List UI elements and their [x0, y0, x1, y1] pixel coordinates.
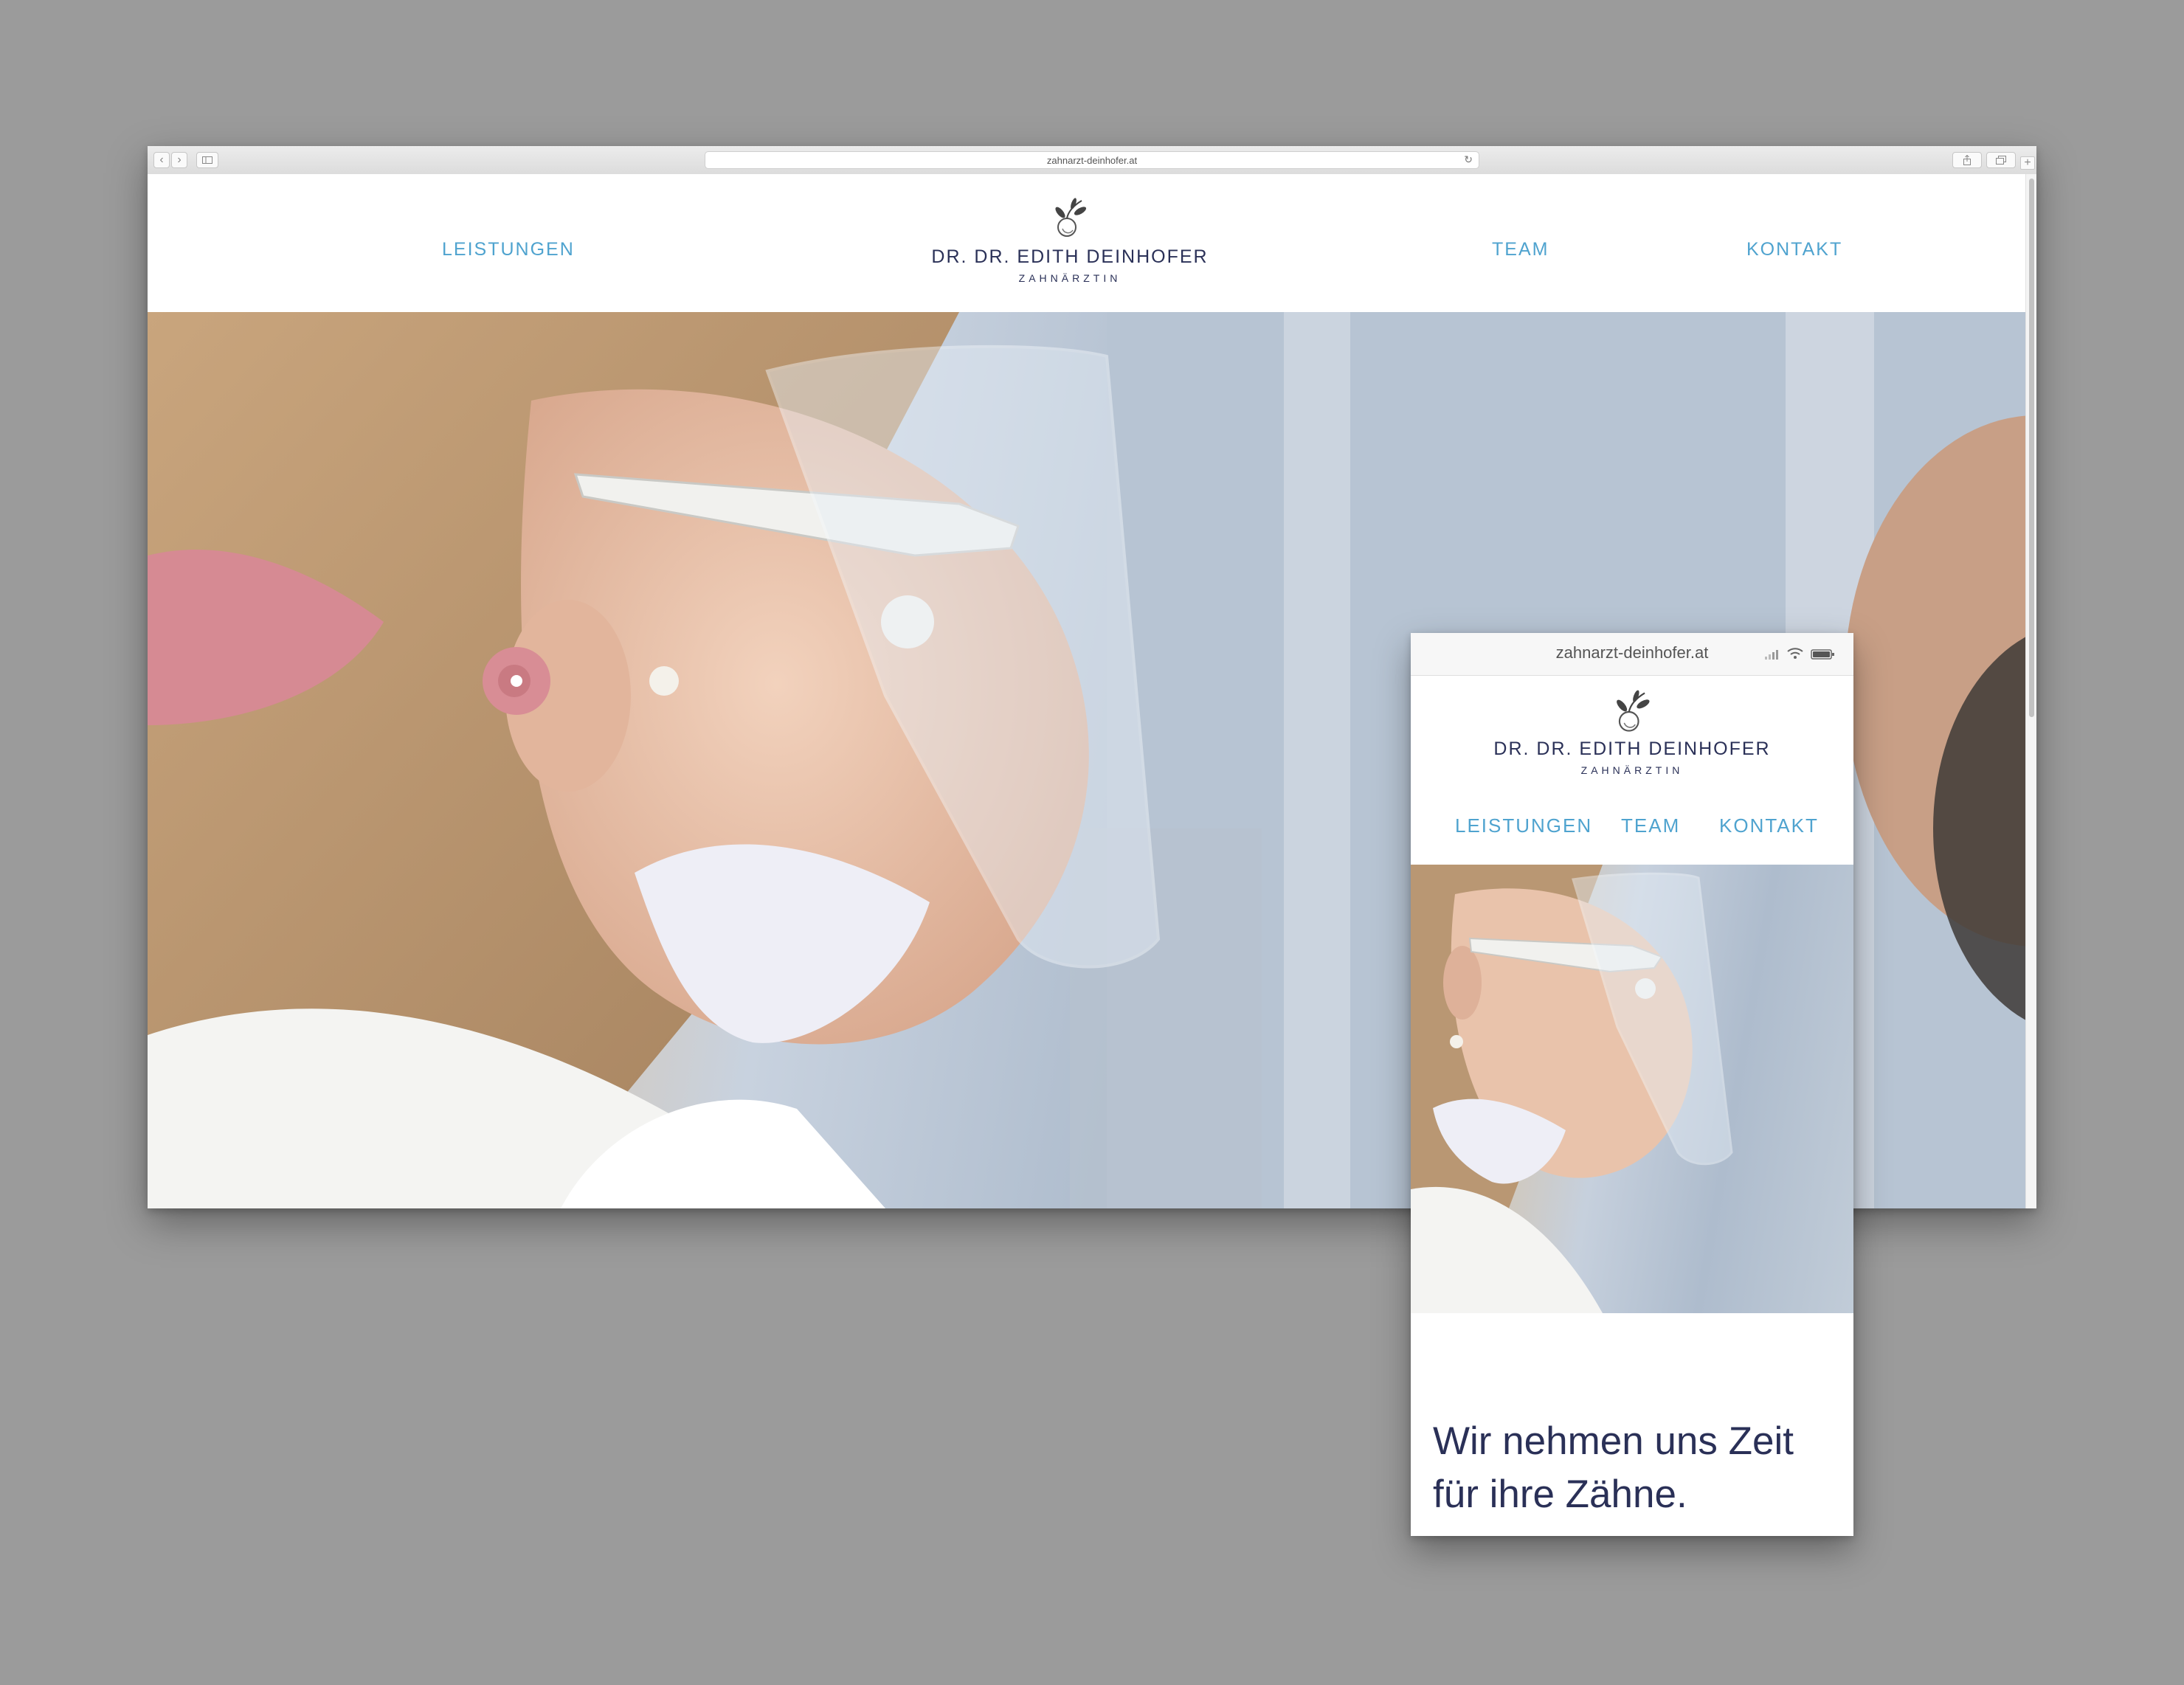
nav-kontakt[interactable]: KONTAKT — [1746, 239, 1842, 260]
mobile-logo-name: DR. DR. EDITH DEINHOFER — [1493, 738, 1771, 759]
tabs-icon[interactable] — [1986, 152, 2016, 168]
scrollbar-thumb[interactable] — [2029, 179, 2034, 717]
mobile-tagline-line1: Wir nehmen uns Zeit — [1433, 1419, 1794, 1463]
reload-icon[interactable]: ↻ — [1464, 153, 1473, 166]
mobile-nav-kontakt[interactable]: KONTAKT — [1719, 814, 1819, 837]
logo[interactable]: DR. DR. EDITH DEINHOFER ZAHNÄRZTIN — [908, 196, 1232, 284]
logo-name: DR. DR. EDITH DEINHOFER — [931, 246, 1209, 267]
mobile-nav-leistungen[interactable]: LEISTUNGEN — [1455, 814, 1592, 837]
logo-subtitle: ZAHNÄRZTIN — [1018, 272, 1122, 284]
browser-toolbar: ‹ › zahnarzt-deinhofer.at ↻ + — [148, 146, 2036, 175]
apple-branch-logo-icon — [1617, 690, 1650, 732]
mobile-logo[interactable]: DR. DR. EDITH DEINHOFER ZAHNÄRZTIN — [1411, 688, 1853, 776]
site-header: LEISTUNGEN DR. DR. EDITH DEINHOFER ZAHNÄ… — [148, 174, 2026, 311]
battery-icon — [1811, 649, 1834, 660]
address-bar[interactable]: zahnarzt-deinhofer.at ↻ — [705, 151, 1479, 169]
mobile-hero-photo-dentist — [1411, 865, 1733, 1313]
mobile-status-bar: zahnarzt-deinhofer.at — [1411, 633, 1853, 676]
new-tab-icon[interactable]: + — [2020, 156, 2035, 170]
address-bar-url: zahnarzt-deinhofer.at — [1046, 154, 1138, 166]
nav-team[interactable]: TEAM — [1492, 239, 1549, 260]
mobile-logo-subtitle: ZAHNÄRZTIN — [1580, 764, 1684, 776]
mobile-mockup: zahnarzt-deinhofer.at DR. DR. EDITH DEIN… — [1411, 633, 1853, 1536]
apple-branch-logo-icon — [1055, 198, 1087, 237]
sidebar-icon[interactable] — [196, 152, 218, 168]
mobile-nav-team[interactable]: TEAM — [1621, 814, 1680, 837]
share-icon[interactable] — [1952, 152, 1982, 168]
wifi-icon — [1787, 648, 1803, 659]
signal-icon — [1765, 650, 1778, 660]
mobile-tagline: Wir nehmen uns Zeit für ihre Zähne. — [1433, 1415, 1831, 1521]
mobile-tagline-line2: für ihre Zähne. — [1433, 1473, 1687, 1516]
forward-icon[interactable]: › — [171, 152, 187, 168]
nav-leistungen[interactable]: LEISTUNGEN — [442, 239, 575, 260]
back-icon[interactable]: ‹ — [153, 152, 170, 168]
mobile-hero-image — [1411, 865, 1853, 1313]
